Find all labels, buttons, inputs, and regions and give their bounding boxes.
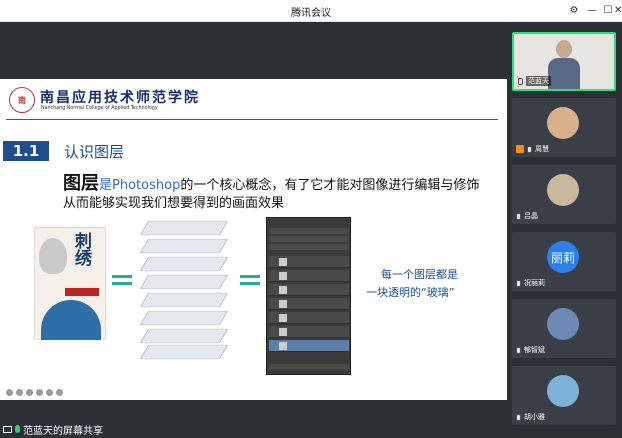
section-title: 认识图层	[64, 143, 125, 161]
settings-icon[interactable]: ⚙	[566, 3, 582, 19]
layer-stack-illustration	[138, 215, 230, 365]
equals-sign-2	[240, 275, 260, 285]
keyword-layer: 图层	[63, 173, 99, 194]
presentation-slide: 南 南昌应用技术师范学院 Nanchang Normal College of …	[0, 79, 507, 400]
slide-toolbar	[6, 389, 63, 396]
mic-icon	[516, 212, 521, 220]
school-name-cn: 南昌应用技术师范学院	[40, 90, 200, 106]
layer-sheet	[139, 256, 229, 272]
screen-share-label: 范蓝天的屏幕共享	[23, 425, 103, 437]
participant-name: 胡小雅	[524, 413, 545, 421]
photo-avatar-icon	[547, 308, 579, 340]
window-title: 腾讯会议	[291, 8, 331, 19]
panel-controls	[269, 236, 349, 242]
panel-controls	[269, 228, 349, 234]
participant-name-row: 胡小雅	[516, 412, 545, 422]
header-divider	[6, 119, 498, 120]
zoom-icon[interactable]	[46, 389, 53, 396]
participant-tile[interactable]: 范蓝天	[512, 32, 616, 91]
caption-line1: 每一个图层都是	[381, 268, 458, 281]
photo-avatar-icon	[547, 375, 579, 407]
panel-layer-row	[269, 270, 349, 282]
slide-text-line2: 从而能够实现我们想要得到的画面效果	[63, 196, 285, 211]
mic-icon	[516, 346, 521, 354]
participants-sidebar: 范蓝天 周慧 吕晶 丽莉 祝丽莉 郁智斌 胡小雅	[507, 22, 622, 438]
photo-avatar-icon	[547, 174, 579, 206]
mic-icon	[516, 279, 521, 287]
panel-controls	[269, 244, 349, 250]
layer-sheet	[139, 274, 229, 290]
highlighter-icon[interactable]	[36, 389, 43, 396]
layer-sheet	[139, 238, 229, 254]
screen-share-area: 南 南昌应用技术师范学院 Nanchang Normal College of …	[0, 22, 507, 438]
school-logo: 南	[9, 87, 35, 113]
window-titlebar: 腾讯会议 ⚙ — ☐ ✕	[0, 0, 622, 22]
layer-sheet	[139, 328, 229, 344]
panel-layer-row	[269, 284, 349, 296]
minimize-icon[interactable]: —	[584, 3, 600, 19]
participant-name: 郁智斌	[524, 346, 545, 354]
embroidery-poster-image: 刺绣	[34, 227, 106, 340]
participant-name-row: 郁智斌	[516, 345, 545, 355]
caption-line2: 一块透明的“玻璃”	[366, 286, 455, 299]
panel-layer-row-selected	[269, 340, 349, 352]
participant-name-row: 祝丽莉	[516, 278, 545, 288]
participant-tile[interactable]: 胡小雅	[512, 366, 616, 425]
poster-figure	[39, 238, 67, 274]
participant-tile[interactable]: 郁智斌	[512, 299, 616, 358]
pen-icon[interactable]	[26, 389, 33, 396]
participant-tile[interactable]: 丽莉 祝丽莉	[512, 232, 616, 291]
panel-layer-row	[269, 256, 349, 268]
photoshop-layers-panel-image	[266, 217, 351, 375]
participant-name: 周慧	[535, 145, 549, 153]
more-icon[interactable]	[56, 389, 63, 396]
layer-sheet	[139, 220, 229, 236]
bear-avatar-icon	[547, 107, 579, 139]
panel-footer	[269, 364, 349, 370]
next-slide-icon[interactable]	[16, 389, 23, 396]
layer-sheet	[139, 310, 229, 326]
poster-title: 刺绣	[71, 232, 91, 266]
text-shi: 是	[99, 178, 113, 193]
screen-share-label-bar: 范蓝天的屏幕共享	[0, 420, 103, 438]
participant-name: 祝丽莉	[524, 279, 545, 287]
participant-name-row: 吕晶	[516, 211, 538, 221]
mic-icon	[516, 413, 521, 421]
layer-sheet	[139, 344, 229, 360]
participant-tile[interactable]: 周慧	[512, 98, 616, 157]
panel-layer-row	[269, 326, 349, 338]
school-name-en: Nanchang Normal College of Applied Techn…	[41, 106, 158, 111]
text-avatar: 丽莉	[547, 241, 579, 273]
close-icon[interactable]: ✕	[614, 3, 622, 19]
panel-layer-row	[269, 312, 349, 324]
video-off-icon	[516, 145, 524, 153]
participant-name-row: 周慧	[516, 144, 549, 154]
layer-sheet	[139, 292, 229, 308]
mic-icon	[518, 77, 523, 85]
equals-sign-1	[112, 275, 132, 285]
participant-tile[interactable]: 吕晶	[512, 165, 616, 224]
section-number: 1.1	[3, 141, 49, 161]
participant-name: 吕晶	[524, 212, 538, 220]
poster-fan	[41, 300, 101, 340]
screen-share-icon	[3, 425, 12, 433]
poster-red-tag	[65, 288, 99, 296]
prev-slide-icon[interactable]	[6, 389, 13, 396]
text-line1-rest: 的一个核心概念，有了它才能对图像进行编辑与修饰	[180, 178, 480, 193]
mic-icon	[15, 425, 20, 433]
keyword-photoshop: Photoshop	[112, 178, 181, 193]
participant-name: 范蓝天	[526, 76, 551, 86]
participant-name-row: 范蓝天	[518, 76, 551, 86]
mic-icon	[527, 145, 532, 153]
panel-layer-row	[269, 298, 349, 310]
